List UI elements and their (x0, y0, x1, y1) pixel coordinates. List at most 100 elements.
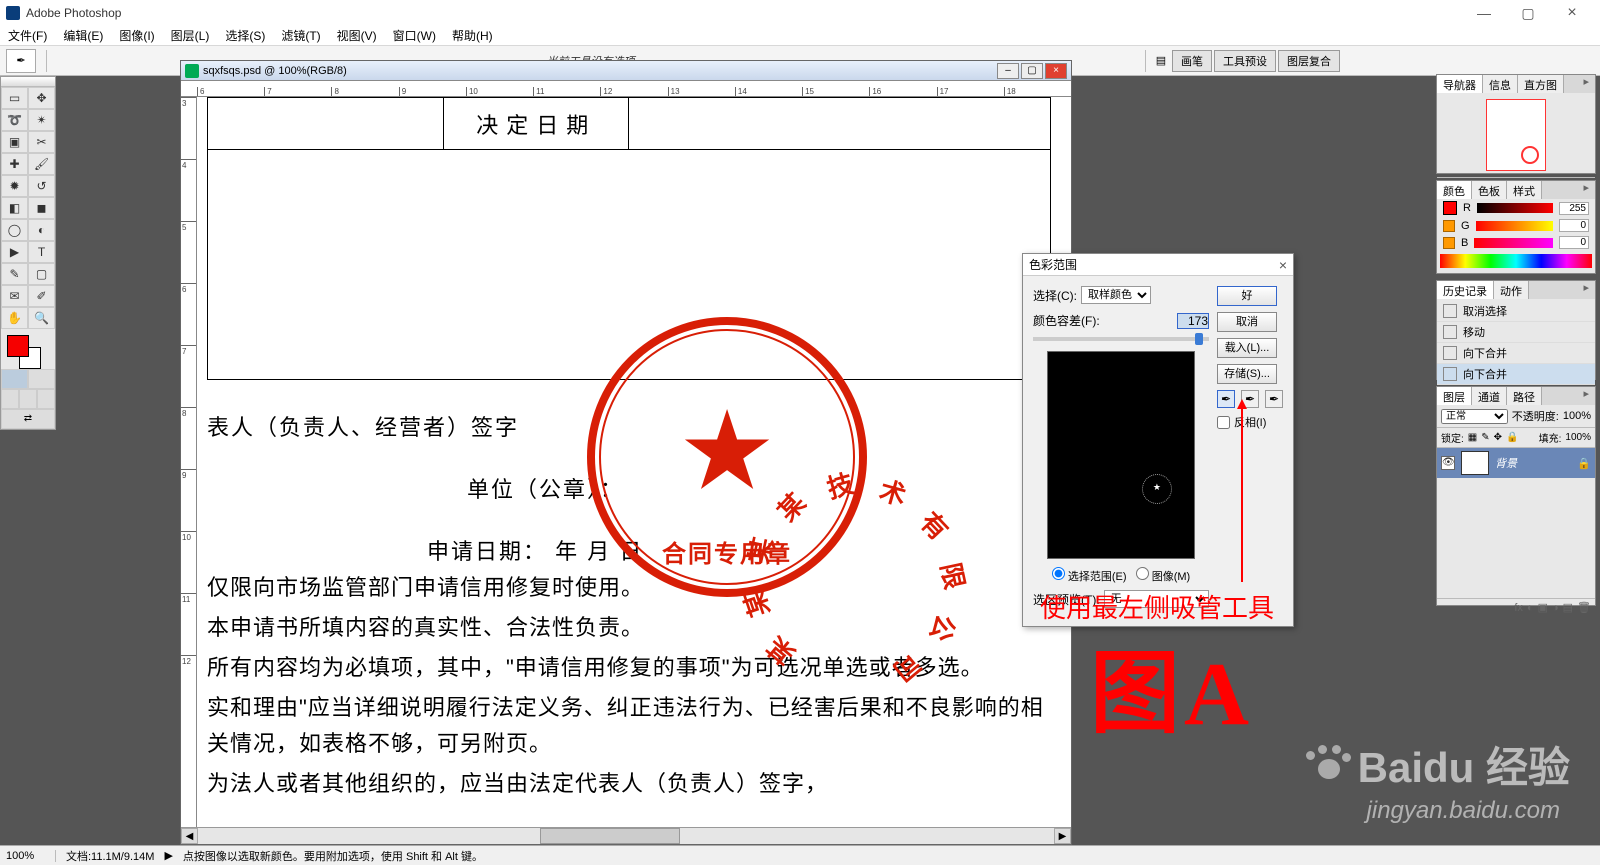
well-tab-tool-presets[interactable]: 工具预设 (1214, 50, 1276, 72)
tool-hand[interactable]: ✋ (1, 307, 28, 329)
window-close-button[interactable]: × (1550, 0, 1594, 26)
color-spectrum[interactable] (1440, 254, 1592, 268)
tab-swatches[interactable]: 色板 (1472, 181, 1507, 199)
radio-selection[interactable]: 选择范围(E) (1052, 571, 1127, 583)
history-item[interactable]: 向下合并 (1437, 343, 1595, 364)
gamut-warning-icon[interactable] (1443, 220, 1455, 232)
color-fg-swatch[interactable] (1443, 201, 1457, 215)
window-minimize-button[interactable]: — (1462, 0, 1506, 26)
tool-history-brush[interactable]: ↺ (28, 175, 55, 197)
invert-checkbox[interactable]: 反相(I) (1217, 414, 1283, 430)
r-slider[interactable] (1477, 203, 1553, 213)
well-tab-brushes[interactable]: 画笔 (1172, 50, 1212, 72)
tool-crop[interactable]: ▣ (1, 131, 28, 153)
doc-close-button[interactable]: × (1045, 63, 1067, 79)
load-button[interactable]: 载入(L)... (1217, 338, 1277, 358)
fill-value[interactable]: 100% (1565, 432, 1591, 443)
g-slider[interactable] (1476, 221, 1553, 231)
fuzziness-slider[interactable] (1033, 337, 1209, 341)
current-tool-icon[interactable]: ✒ (6, 49, 36, 73)
scroll-left-button[interactable]: ◀ (181, 828, 198, 844)
save-button[interactable]: 存储(S)... (1217, 364, 1277, 384)
ruler-vertical[interactable]: 3456789101112 (181, 97, 197, 827)
tab-channels[interactable]: 通道 (1472, 387, 1507, 405)
ruler-horizontal[interactable]: 6789101112131415161718 (181, 81, 1071, 97)
tab-color[interactable]: 颜色 (1437, 181, 1472, 199)
cancel-button[interactable]: 取消 (1217, 312, 1277, 332)
panel-menu-icon[interactable]: ▸ (1577, 281, 1595, 299)
tab-history[interactable]: 历史记录 (1437, 281, 1494, 299)
tool-path-select[interactable]: ▶ (1, 241, 28, 263)
panel-menu-icon[interactable]: ▸ (1577, 387, 1595, 405)
layer-thumbnail[interactable] (1461, 451, 1489, 475)
tab-histogram[interactable]: 直方图 (1518, 75, 1564, 93)
fuzziness-value[interactable]: 173 (1177, 313, 1209, 329)
screen-standard[interactable] (1, 389, 19, 409)
history-item[interactable]: 向下合并 (1437, 364, 1595, 385)
color-swatches[interactable] (1, 329, 55, 369)
websafe-icon[interactable] (1443, 237, 1455, 249)
dialog-close-button[interactable]: × (1279, 257, 1287, 273)
tool-eyedropper[interactable]: ✐ (28, 285, 55, 307)
panel-menu-icon[interactable]: ▸ (1577, 75, 1595, 93)
jump-to-imageready[interactable]: ⇄ (1, 409, 55, 429)
menu-file[interactable]: 文件(F) (0, 26, 55, 46)
tool-dodge[interactable]: ◐ (28, 219, 55, 241)
tool-type[interactable]: T (28, 241, 55, 263)
lock-position-icon[interactable]: ✥ (1494, 432, 1502, 443)
layer-row[interactable]: 👁 背景 🔒 (1437, 448, 1595, 478)
tab-styles[interactable]: 样式 (1507, 181, 1542, 199)
palette-well-icon[interactable]: ▤ (1150, 54, 1172, 67)
menu-window[interactable]: 窗口(W) (385, 26, 444, 46)
eyedropper-icon[interactable]: ✒ (1217, 390, 1235, 408)
blend-mode-dropdown[interactable]: 正常 (1441, 409, 1508, 424)
status-zoom[interactable]: 100% (6, 850, 56, 862)
tool-zoom[interactable]: 🔍 (28, 307, 55, 329)
opacity-value[interactable]: 100% (1563, 410, 1591, 422)
foreground-color-swatch[interactable] (7, 335, 29, 357)
menu-help[interactable]: 帮助(H) (444, 26, 501, 46)
tab-info[interactable]: 信息 (1483, 75, 1518, 93)
tool-gradient[interactable]: ◼ (28, 197, 55, 219)
history-item[interactable]: 取消选择 (1437, 301, 1595, 322)
radio-image[interactable]: 图像(M) (1136, 571, 1191, 583)
history-item[interactable]: 移动 (1437, 322, 1595, 343)
status-doc-size[interactable]: 文档:11.1M/9.14M (66, 848, 154, 864)
document-title-bar[interactable]: sqxfsqs.psd @ 100%(RGB/8) – ▢ × (181, 61, 1071, 81)
dialog-title-bar[interactable]: 色彩范围 × (1023, 254, 1293, 276)
tool-eraser[interactable]: ◧ (1, 197, 28, 219)
eyedropper-sub-icon[interactable]: ✒ (1265, 390, 1283, 408)
tool-move[interactable]: ✥ (28, 87, 55, 109)
g-value[interactable]: 0 (1559, 219, 1589, 232)
fx-icon[interactable]: fx (1514, 602, 1523, 614)
tab-navigator[interactable]: 导航器 (1437, 75, 1483, 93)
edit-standard-mode[interactable] (1, 369, 28, 389)
tool-healing[interactable]: ✚ (1, 153, 28, 175)
panel-menu-icon[interactable]: ▸ (1577, 181, 1595, 199)
b-slider[interactable] (1474, 238, 1553, 248)
menu-layer[interactable]: 图层(L) (163, 26, 218, 46)
tab-paths[interactable]: 路径 (1507, 387, 1542, 405)
lock-pixels-icon[interactable]: ✎ (1481, 432, 1489, 443)
window-maximize-button[interactable]: ▢ (1506, 0, 1550, 26)
r-value[interactable]: 255 (1559, 202, 1589, 215)
selection-preview[interactable]: ★ (1047, 351, 1195, 559)
tool-blur[interactable]: ◯ (1, 219, 28, 241)
screen-full[interactable] (37, 389, 55, 409)
navigator-thumbnail[interactable] (1486, 99, 1546, 171)
h-scrollbar[interactable]: ◀ ▶ (181, 827, 1071, 844)
screen-full-menubar[interactable] (19, 389, 37, 409)
visibility-icon[interactable]: 👁 (1441, 456, 1455, 470)
tool-clone[interactable]: ✹ (1, 175, 28, 197)
tool-brush[interactable]: 🖌 (28, 153, 55, 175)
well-tab-layer-comps[interactable]: 图层复合 (1278, 50, 1340, 72)
tool-magic-wand[interactable]: ✴ (28, 109, 55, 131)
tool-notes[interactable]: ✉ (1, 285, 28, 307)
menu-view[interactable]: 视图(V) (329, 26, 385, 46)
menu-filter[interactable]: 滤镜(T) (273, 26, 328, 46)
tool-lasso[interactable]: ➰ (1, 109, 28, 131)
b-value[interactable]: 0 (1559, 236, 1589, 249)
new-layer-icon[interactable]: ▤ (1563, 601, 1573, 614)
ok-button[interactable]: 好 (1217, 286, 1277, 306)
tab-layers[interactable]: 图层 (1437, 387, 1472, 405)
